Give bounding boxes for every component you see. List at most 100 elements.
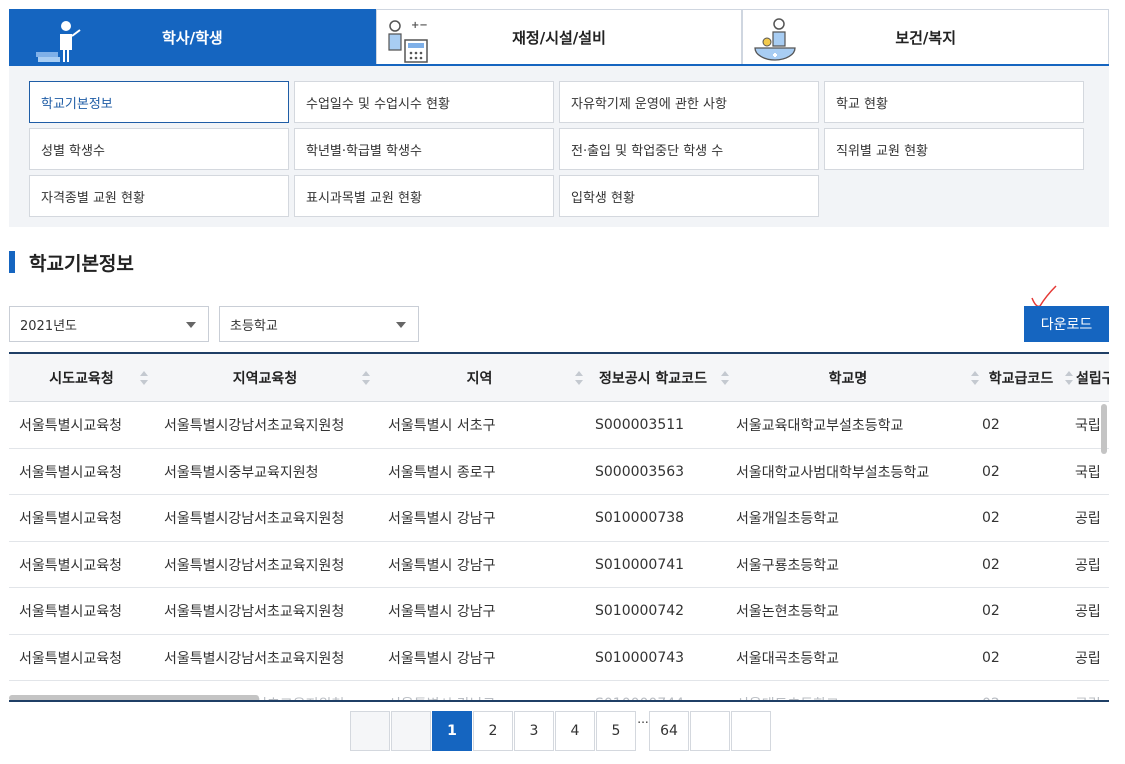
page-button-1[interactable]: 1 <box>432 711 472 751</box>
column-header-sido[interactable]: 시도교육청 <box>9 354 154 402</box>
cell-sido: 서울특별시교육청 <box>19 418 123 434</box>
column-header-establishment[interactable]: 설립구 <box>1069 354 1109 402</box>
cell-school-level-code: 02 <box>982 463 1000 480</box>
download-button[interactable]: 다운로드 <box>1024 306 1109 342</box>
cell-region: 서울특별시 강남구 <box>388 604 496 620</box>
cell-region-office: 서울특별시강남서초교육지원청 <box>164 511 345 527</box>
teacher-illustration-icon <box>36 21 81 62</box>
cell-sido: 서울특별시교육청 <box>19 511 123 527</box>
column-header-school-name[interactable]: 학교명 <box>723 354 979 402</box>
page-button-last[interactable]: 64 <box>649 711 689 751</box>
tab-finance-facility[interactable]: +− 재정/시설/설비 <box>375 9 743 64</box>
tab-label: 재정/시설/설비 <box>512 28 606 47</box>
cell-school-level-code: 02 <box>982 556 1000 573</box>
column-header-school-code[interactable]: 정보공시 학교코드 <box>583 354 729 402</box>
submenu-item-new-students[interactable]: 입학생 현황 <box>559 175 819 217</box>
vertical-scrollbar[interactable] <box>1101 404 1107 454</box>
cell-school-code: S010000743 <box>595 649 685 666</box>
cell-school-name: 서울개일초등학교 <box>736 511 840 527</box>
submenu-item-school-status[interactable]: 학교 현황 <box>824 81 1084 123</box>
cell-establishment: 국립 <box>1075 464 1101 481</box>
table-row[interactable]: 서울특별시교육청 서울특별시중부교육지원청 서울특별시 종로구 S000003563 서… <box>9 449 1109 495</box>
title-accent-bar <box>9 251 15 273</box>
table-row[interactable]: 서울특별시교육청 서울특별시강남서초교육지원청 서울특별시 강남구 S01000074… <box>9 635 1109 681</box>
table-row[interactable]: 서울특별시교육청 서울특별시강남서초교육지원청 서울특별시 강남구 S01000073… <box>9 495 1109 542</box>
year-select-value: 2021년도 <box>20 318 78 334</box>
cell-school-code: S000003511 <box>595 417 685 433</box>
table-body: 서울특별시교육청 서울특별시강남서초교육지원청 서울특별시 서초구 S00000351… <box>9 402 1109 701</box>
next-page-button[interactable] <box>690 711 730 751</box>
school-level-select[interactable]: 초등학교 <box>219 306 419 342</box>
column-header-region[interactable]: 지역 <box>376 354 583 402</box>
sort-icon <box>140 371 148 385</box>
column-header-school-level-code[interactable]: 학교급코드 <box>973 354 1073 402</box>
cell-establishment: 공립 <box>1075 681 1101 701</box>
cell-school-name: 서울교육대학교부설초등학교 <box>736 418 904 434</box>
cell-establishment: 공립 <box>1075 511 1101 527</box>
submenu-panel: 학교기본정보 수업일수 및 수업시수 현황 자유학기제 운영에 관한 사항 학교… <box>9 66 1109 227</box>
first-page-button[interactable] <box>350 711 390 751</box>
tab-health-welfare[interactable]: 보건/복지 <box>742 9 1110 64</box>
cell-school-name: 서울구룡초등학교 <box>736 557 840 574</box>
cell-school-level-code: 02 <box>982 510 1000 526</box>
cell-region: 서울특별시 강남구 <box>388 681 496 701</box>
column-header-region-office[interactable]: 지역교육청 <box>154 354 376 402</box>
table-header: 시도교육청 지역교육청 지역 정보공시 학교코드 학교명 학교급코드 설립구 <box>9 354 1109 402</box>
cell-region-office: 서울특별시강남서초교육지원청 <box>164 604 345 620</box>
submenu-item-teachers-by-position[interactable]: 직위별 교원 현황 <box>824 128 1084 170</box>
svg-text:+−: +− <box>411 20 428 31</box>
submenu-item-school-basic-info[interactable]: 학교기본정보 <box>29 81 289 123</box>
section-title: 학교기본정보 <box>9 250 134 275</box>
cell-sido: 서울특별시교육청 <box>19 650 123 667</box>
table-row[interactable]: 서울특별시교육청 서울특별시강남서초교육지원청 서울특별시 서초구 S00000351… <box>9 402 1109 449</box>
tab-academic-student[interactable]: 학사/학생 <box>9 9 376 64</box>
cell-region-office: 서울특별시강남서초교육지원청 <box>164 418 345 434</box>
health-illustration-icon <box>754 18 796 61</box>
year-select[interactable]: 2021년도 <box>9 306 209 342</box>
school-info-table: 시도교육청 지역교육청 지역 정보공시 학교코드 학교명 학교급코드 설립구 서… <box>9 352 1109 701</box>
cell-sido: 서울특별시교육청 <box>19 604 123 620</box>
pagination-ellipsis: ... <box>637 712 649 726</box>
cell-school-code: S010000742 <box>595 603 685 619</box>
cell-school-code: S010000741 <box>595 556 685 573</box>
last-page-button[interactable] <box>731 711 771 751</box>
cell-region: 서울특별시 강남구 <box>388 650 496 667</box>
prev-page-button[interactable] <box>391 711 431 751</box>
pagination: 1 2 3 4 5 ... 64 <box>350 711 772 751</box>
sort-icon <box>575 371 583 385</box>
chevron-down-icon <box>186 322 196 328</box>
submenu-item-teachers-by-certificate[interactable]: 자격종별 교원 현황 <box>29 175 289 217</box>
cell-region-office: 서울특별시중부교육지원청 <box>164 464 319 481</box>
cell-school-level-code: 02 <box>982 681 1000 701</box>
cell-school-level-code: 02 <box>982 417 1000 433</box>
table-row[interactable]: 서울특별시교육청 서울특별시강남서초교육지원청 서울특별시 강남구 S01000074… <box>9 588 1109 635</box>
tab-label: 학사/학생 <box>161 28 223 47</box>
category-tabs: 학사/학생 +− 재정/시설/설비 보건/복지 <box>9 9 1110 66</box>
cell-school-name: 서울대곡초등학교 <box>736 650 840 667</box>
submenu-item-free-semester[interactable]: 자유학기제 운영에 관한 사항 <box>559 81 819 123</box>
submenu-item-teachers-by-subject[interactable]: 표시과목별 교원 현황 <box>294 175 554 217</box>
cell-establishment: 국립 <box>1075 418 1101 434</box>
table-row[interactable]: 서울특별시교육청 서울특별시강남서초교육지원청 서울특별시 강남구 S01000074… <box>9 542 1109 588</box>
cell-region-office: 서울특별시강남서초교육지원청 <box>164 557 345 574</box>
page-button-2[interactable]: 2 <box>473 711 513 751</box>
page-button-4[interactable]: 4 <box>555 711 595 751</box>
cell-region: 서울특별시 서초구 <box>388 418 496 434</box>
submenu-item-class-days-hours[interactable]: 수업일수 및 수업시수 현황 <box>294 81 554 123</box>
cell-region: 서울특별시 강남구 <box>388 511 496 527</box>
sort-icon <box>362 371 370 385</box>
cell-establishment: 공립 <box>1075 604 1101 620</box>
cell-region-office: 서울특별시강남서초교육지원청 <box>164 650 345 667</box>
cell-region: 서울특별시 강남구 <box>388 557 496 574</box>
page-button-5[interactable]: 5 <box>596 711 636 751</box>
page-button-3[interactable]: 3 <box>514 711 554 751</box>
submenu-item-students-by-gender[interactable]: 성별 학생수 <box>29 128 289 170</box>
cell-school-code: S010000738 <box>595 510 685 526</box>
cell-school-code: S000003563 <box>595 463 685 480</box>
submenu-item-students-by-grade[interactable]: 학년별·학급별 학생수 <box>294 128 554 170</box>
calculator-illustration-icon: +− <box>388 20 428 63</box>
page-title: 학교기본정보 <box>29 252 134 275</box>
cell-school-level-code: 02 <box>982 649 1000 666</box>
submenu-item-transfer-dropout[interactable]: 전·출입 및 학업중단 학생 수 <box>559 128 819 170</box>
tab-label: 보건/복지 <box>895 28 957 47</box>
